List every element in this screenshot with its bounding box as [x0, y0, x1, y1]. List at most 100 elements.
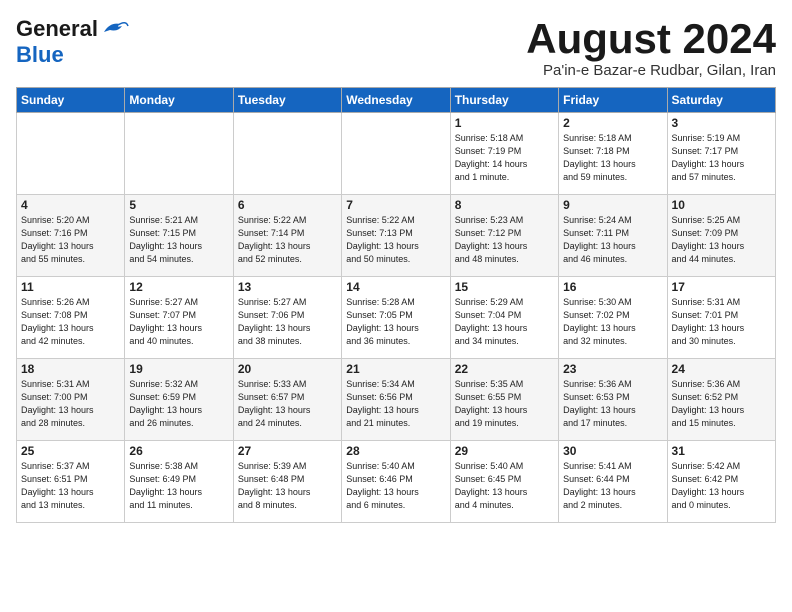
day-info: Sunrise: 5:35 AM Sunset: 6:55 PM Dayligh…	[455, 378, 554, 430]
day-info: Sunrise: 5:40 AM Sunset: 6:45 PM Dayligh…	[455, 460, 554, 512]
calendar-cell: 4 Sunrise: 5:20 AM Sunset: 7:16 PM Daylig…	[17, 195, 125, 277]
calendar-cell: 14 Sunrise: 5:28 AM Sunset: 7:05 PM Dayli…	[342, 277, 450, 359]
day-info: Sunrise: 5:31 AM Sunset: 7:01 PM Dayligh…	[672, 296, 771, 348]
day-info: Sunrise: 5:18 AM Sunset: 7:19 PM Dayligh…	[455, 132, 554, 184]
title-block: August 2024 Pa'in-e Bazar-e Rudbar, Gila…	[526, 16, 776, 79]
calendar-cell: 2 Sunrise: 5:18 AM Sunset: 7:18 PM Daylig…	[559, 113, 667, 195]
logo-general: General	[16, 16, 98, 42]
calendar-cell: 23 Sunrise: 5:36 AM Sunset: 6:53 PM Dayli…	[559, 359, 667, 441]
day-info: Sunrise: 5:42 AM Sunset: 6:42 PM Dayligh…	[672, 460, 771, 512]
calendar-week-4: 18Sunrise: 5:31 AM Sunset: 7:00 PM Dayli…	[17, 359, 776, 441]
calendar-cell	[125, 113, 233, 195]
day-number: 8	[455, 198, 554, 212]
day-number: 5	[129, 198, 228, 212]
calendar-cell: 30Sunrise: 5:41 AM Sunset: 6:44 PM Dayli…	[559, 441, 667, 523]
day-info: Sunrise: 5:28 AM Sunset: 7:05 PM Dayligh…	[346, 296, 445, 348]
logo: General Blue	[16, 16, 130, 68]
day-number: 30	[563, 444, 662, 458]
calendar-cell: 22 Sunrise: 5:35 AM Sunset: 6:55 PM Dayli…	[450, 359, 558, 441]
day-number: 6	[238, 198, 337, 212]
calendar-cell: 10Sunrise: 5:25 AM Sunset: 7:09 PM Dayli…	[667, 195, 775, 277]
day-info: Sunrise: 5:32 AM Sunset: 6:59 PM Dayligh…	[129, 378, 228, 430]
day-number: 7	[346, 198, 445, 212]
day-number: 12	[129, 280, 228, 294]
weekday-header-sunday: Sunday	[17, 88, 125, 113]
weekday-header-saturday: Saturday	[667, 88, 775, 113]
location-subtitle: Pa'in-e Bazar-e Rudbar, Gilan, Iran	[526, 62, 776, 79]
day-number: 17	[672, 280, 771, 294]
day-number: 20	[238, 362, 337, 376]
day-info: Sunrise: 5:36 AM Sunset: 6:53 PM Dayligh…	[563, 378, 662, 430]
weekday-header-thursday: Thursday	[450, 88, 558, 113]
day-info: Sunrise: 5:26 AM Sunset: 7:08 PM Dayligh…	[21, 296, 120, 348]
calendar-cell: 17 Sunrise: 5:31 AM Sunset: 7:01 PM Dayli…	[667, 277, 775, 359]
calendar-week-2: 4 Sunrise: 5:20 AM Sunset: 7:16 PM Daylig…	[17, 195, 776, 277]
calendar-cell: 16Sunrise: 5:30 AM Sunset: 7:02 PM Dayli…	[559, 277, 667, 359]
day-number: 27	[238, 444, 337, 458]
day-info: Sunrise: 5:30 AM Sunset: 7:02 PM Dayligh…	[563, 296, 662, 348]
calendar-week-3: 11Sunrise: 5:26 AM Sunset: 7:08 PM Dayli…	[17, 277, 776, 359]
day-number: 18	[21, 362, 120, 376]
day-info: Sunrise: 5:18 AM Sunset: 7:18 PM Dayligh…	[563, 132, 662, 184]
calendar-cell: 29Sunrise: 5:40 AM Sunset: 6:45 PM Dayli…	[450, 441, 558, 523]
calendar-cell: 20 Sunrise: 5:33 AM Sunset: 6:57 PM Dayli…	[233, 359, 341, 441]
calendar-cell: 31 Sunrise: 5:42 AM Sunset: 6:42 PM Dayli…	[667, 441, 775, 523]
day-number: 23	[563, 362, 662, 376]
day-info: Sunrise: 5:38 AM Sunset: 6:49 PM Dayligh…	[129, 460, 228, 512]
calendar-cell: 13 Sunrise: 5:27 AM Sunset: 7:06 PM Dayli…	[233, 277, 341, 359]
calendar-cell: 6 Sunrise: 5:22 AM Sunset: 7:14 PM Daylig…	[233, 195, 341, 277]
day-info: Sunrise: 5:27 AM Sunset: 7:06 PM Dayligh…	[238, 296, 337, 348]
day-number: 21	[346, 362, 445, 376]
day-info: Sunrise: 5:22 AM Sunset: 7:13 PM Dayligh…	[346, 214, 445, 266]
day-number: 26	[129, 444, 228, 458]
day-info: Sunrise: 5:27 AM Sunset: 7:07 PM Dayligh…	[129, 296, 228, 348]
month-title: August 2024	[526, 16, 776, 62]
calendar-cell: 1 Sunrise: 5:18 AM Sunset: 7:19 PM Daylig…	[450, 113, 558, 195]
day-info: Sunrise: 5:34 AM Sunset: 6:56 PM Dayligh…	[346, 378, 445, 430]
calendar-cell: 19Sunrise: 5:32 AM Sunset: 6:59 PM Dayli…	[125, 359, 233, 441]
day-info: Sunrise: 5:40 AM Sunset: 6:46 PM Dayligh…	[346, 460, 445, 512]
calendar-cell: 24Sunrise: 5:36 AM Sunset: 6:52 PM Dayli…	[667, 359, 775, 441]
logo-blue: Blue	[16, 42, 64, 68]
calendar-cell	[233, 113, 341, 195]
logo-bird-icon	[100, 18, 130, 40]
day-number: 4	[21, 198, 120, 212]
calendar-cell: 7 Sunrise: 5:22 AM Sunset: 7:13 PM Daylig…	[342, 195, 450, 277]
calendar-cell: 3 Sunrise: 5:19 AM Sunset: 7:17 PM Daylig…	[667, 113, 775, 195]
calendar-cell	[17, 113, 125, 195]
calendar-cell: 5Sunrise: 5:21 AM Sunset: 7:15 PM Daylig…	[125, 195, 233, 277]
day-number: 28	[346, 444, 445, 458]
weekday-header-monday: Monday	[125, 88, 233, 113]
weekday-header-row: SundayMondayTuesdayWednesdayThursdayFrid…	[17, 88, 776, 113]
day-number: 14	[346, 280, 445, 294]
day-number: 3	[672, 116, 771, 130]
calendar-cell: 21 Sunrise: 5:34 AM Sunset: 6:56 PM Dayli…	[342, 359, 450, 441]
calendar-cell: 18Sunrise: 5:31 AM Sunset: 7:00 PM Dayli…	[17, 359, 125, 441]
calendar-cell: 12 Sunrise: 5:27 AM Sunset: 7:07 PM Dayli…	[125, 277, 233, 359]
calendar-cell	[342, 113, 450, 195]
calendar-cell: 27Sunrise: 5:39 AM Sunset: 6:48 PM Dayli…	[233, 441, 341, 523]
day-info: Sunrise: 5:36 AM Sunset: 6:52 PM Dayligh…	[672, 378, 771, 430]
calendar-week-5: 25Sunrise: 5:37 AM Sunset: 6:51 PM Dayli…	[17, 441, 776, 523]
day-number: 31	[672, 444, 771, 458]
day-info: Sunrise: 5:22 AM Sunset: 7:14 PM Dayligh…	[238, 214, 337, 266]
day-info: Sunrise: 5:33 AM Sunset: 6:57 PM Dayligh…	[238, 378, 337, 430]
day-number: 1	[455, 116, 554, 130]
calendar-cell: 25Sunrise: 5:37 AM Sunset: 6:51 PM Dayli…	[17, 441, 125, 523]
day-number: 13	[238, 280, 337, 294]
page-header: General Blue August 2024 Pa'in-e Bazar-e…	[16, 16, 776, 79]
calendar-cell: 9Sunrise: 5:24 AM Sunset: 7:11 PM Daylig…	[559, 195, 667, 277]
day-info: Sunrise: 5:19 AM Sunset: 7:17 PM Dayligh…	[672, 132, 771, 184]
day-info: Sunrise: 5:24 AM Sunset: 7:11 PM Dayligh…	[563, 214, 662, 266]
calendar-cell: 26 Sunrise: 5:38 AM Sunset: 6:49 PM Dayli…	[125, 441, 233, 523]
weekday-header-wednesday: Wednesday	[342, 88, 450, 113]
day-number: 10	[672, 198, 771, 212]
day-info: Sunrise: 5:20 AM Sunset: 7:16 PM Dayligh…	[21, 214, 120, 266]
calendar-cell: 28 Sunrise: 5:40 AM Sunset: 6:46 PM Dayli…	[342, 441, 450, 523]
day-info: Sunrise: 5:29 AM Sunset: 7:04 PM Dayligh…	[455, 296, 554, 348]
calendar-cell: 8Sunrise: 5:23 AM Sunset: 7:12 PM Daylig…	[450, 195, 558, 277]
day-number: 22	[455, 362, 554, 376]
day-number: 15	[455, 280, 554, 294]
weekday-header-friday: Friday	[559, 88, 667, 113]
day-number: 2	[563, 116, 662, 130]
